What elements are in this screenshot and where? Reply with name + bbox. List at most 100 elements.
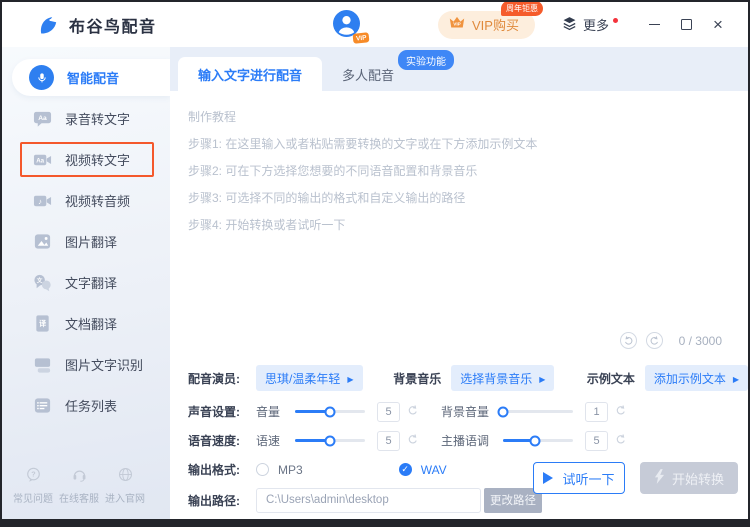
doc-translate-icon: 译 bbox=[32, 314, 52, 334]
svg-text:?: ? bbox=[31, 470, 35, 479]
sidebar-item-doc-translate[interactable]: 译 文档翻译 bbox=[2, 303, 170, 344]
placeholder-line: 步骤2: 可在下方选择您想要的不同语音配置和背景音乐 bbox=[188, 158, 730, 185]
play-icon bbox=[543, 472, 553, 484]
chevron-right-icon bbox=[539, 371, 545, 385]
chevron-right-icon bbox=[347, 371, 353, 385]
speed-label: 语速 bbox=[256, 432, 291, 449]
sidebar-item-video-to-text[interactable]: Aa 视频转文字 bbox=[2, 139, 170, 180]
headset-icon bbox=[71, 466, 88, 486]
wav-label: WAV bbox=[421, 463, 447, 477]
editor-meta: 0 / 3000 bbox=[611, 332, 722, 349]
avatar-vip-badge: VIP bbox=[352, 32, 369, 44]
vip-buy-label: VIP购买 bbox=[472, 15, 519, 34]
placeholder-line: 制作教程 bbox=[188, 104, 730, 131]
question-icon: ? bbox=[25, 466, 42, 486]
bgm-select-label: 选择背景音乐 bbox=[460, 370, 532, 387]
app-title: 布谷鸟配音 bbox=[69, 13, 157, 37]
sample-text-label: 示例文本 bbox=[587, 370, 635, 387]
faq-label: 常见问题 bbox=[13, 490, 53, 505]
sample-text-add[interactable]: 添加示例文本 bbox=[645, 365, 748, 391]
voice-actor-value: 思琪/温柔年轻 bbox=[265, 370, 340, 387]
sidebar-item-label: 智能配音 bbox=[67, 68, 119, 87]
audio-text-icon: Aa bbox=[32, 109, 52, 129]
titlebar: 布谷鸟配音 VIP VIP VIP购买 周年钜惠 更多 bbox=[2, 2, 748, 47]
maximize-button[interactable] bbox=[670, 10, 702, 40]
vip-buy-button[interactable]: VIP VIP购买 周年钜惠 bbox=[438, 11, 535, 39]
app-logo: 布谷鸟配音 bbox=[2, 13, 157, 37]
minimize-button[interactable] bbox=[638, 10, 670, 40]
sample-text-add-label: 添加示例文本 bbox=[654, 370, 726, 387]
bg-volume-slider[interactable] bbox=[503, 410, 573, 413]
online-support-button[interactable]: 在线客服 bbox=[56, 466, 102, 505]
sidebar-item-smart-dubbing[interactable]: 智能配音 bbox=[2, 57, 170, 98]
sidebar-item-image-ocr[interactable]: 图片文字识别 bbox=[2, 344, 170, 385]
lightning-icon bbox=[654, 469, 665, 487]
bgm-select[interactable]: 选择背景音乐 bbox=[451, 365, 554, 391]
task-list-icon bbox=[32, 396, 52, 416]
notification-dot bbox=[613, 18, 618, 23]
speed-reset-button[interactable] bbox=[407, 433, 419, 448]
tone-reset-button[interactable] bbox=[615, 433, 627, 448]
ocr-icon bbox=[32, 355, 52, 375]
tab-bar: 输入文字进行配音 多人配音 实验功能 bbox=[170, 47, 748, 91]
sidebar-nav: 智能配音 Aa 录音转文字 Aa 视频转文字 ♪ bbox=[2, 47, 170, 466]
volume-slider[interactable] bbox=[295, 410, 365, 413]
sidebar-item-audio-to-text[interactable]: Aa 录音转文字 bbox=[2, 98, 170, 139]
voice-actor-select[interactable]: 思琪/温柔年轻 bbox=[256, 365, 363, 391]
volume-label: 音量 bbox=[256, 403, 291, 420]
svg-text:Aa: Aa bbox=[36, 158, 44, 165]
user-avatar[interactable]: VIP bbox=[333, 10, 363, 40]
speed-value: 5 bbox=[377, 431, 400, 451]
globe-icon bbox=[117, 466, 134, 486]
window-controls: × bbox=[638, 10, 734, 40]
app-window: 布谷鸟配音 VIP VIP VIP购买 周年钜惠 更多 bbox=[0, 0, 750, 527]
preview-button[interactable]: 试听一下 bbox=[533, 462, 625, 494]
placeholder-line: 步骤4: 开始转换或者试听一下 bbox=[188, 212, 730, 239]
sidebar-item-video-to-audio[interactable]: ♪ 视频转音频 bbox=[2, 180, 170, 221]
mp3-radio[interactable] bbox=[256, 463, 269, 476]
close-button[interactable]: × bbox=[702, 10, 734, 40]
sidebar-item-task-list[interactable]: 任务列表 bbox=[2, 385, 170, 426]
tab-text-dubbing[interactable]: 输入文字进行配音 bbox=[178, 57, 322, 91]
vip-crown-icon: VIP bbox=[448, 15, 466, 35]
volume-reset-button[interactable] bbox=[407, 404, 419, 419]
output-path-input[interactable] bbox=[256, 488, 481, 513]
bg-volume-label: 背景音量 bbox=[441, 403, 499, 420]
tone-slider[interactable] bbox=[503, 439, 573, 442]
sidebar-item-label: 任务列表 bbox=[65, 396, 117, 415]
start-convert-button[interactable]: 开始转换 bbox=[640, 462, 738, 494]
more-menu-button[interactable]: 更多 bbox=[561, 15, 618, 35]
output-format-label: 输出格式: bbox=[188, 461, 256, 478]
start-convert-label: 开始转换 bbox=[672, 469, 724, 488]
undo-button[interactable] bbox=[620, 332, 637, 349]
speech-speed-label: 语音速度: bbox=[188, 432, 256, 449]
wav-radio[interactable] bbox=[399, 463, 412, 476]
bgm-label: 背景音乐 bbox=[393, 370, 441, 387]
speed-slider[interactable] bbox=[295, 439, 365, 442]
tone-value: 5 bbox=[585, 431, 608, 451]
chevron-right-icon bbox=[733, 371, 739, 385]
sound-settings-row: 声音设置: 音量 5 背景音量 1 bbox=[170, 399, 748, 424]
sidebar-item-text-translate[interactable]: 文 文字翻译 bbox=[2, 262, 170, 303]
bg-volume-reset-button[interactable] bbox=[615, 404, 627, 419]
sidebar-item-label: 文档翻译 bbox=[65, 314, 117, 333]
layers-icon bbox=[561, 15, 578, 35]
sidebar-item-label: 视频转音频 bbox=[65, 191, 130, 210]
bg-volume-value: 1 bbox=[585, 402, 608, 422]
sidebar-item-label: 录音转文字 bbox=[65, 109, 130, 128]
voice-actor-label: 配音演员: bbox=[188, 370, 256, 387]
titlebar-actions: VIP VIP购买 周年钜惠 更多 × bbox=[438, 10, 748, 40]
text-input-area[interactable]: 制作教程 步骤1: 在这里输入或者粘贴需要转换的文字或在下方添加示例文本 步骤2… bbox=[170, 91, 748, 359]
mic-icon bbox=[29, 65, 54, 90]
tone-label: 主播语调 bbox=[441, 432, 499, 449]
svg-text:VIP: VIP bbox=[453, 21, 461, 26]
faq-button[interactable]: ? 常见问题 bbox=[10, 466, 56, 505]
official-site-button[interactable]: 进入官网 bbox=[102, 466, 148, 505]
sound-settings-label: 声音设置: bbox=[188, 403, 256, 420]
redo-button[interactable] bbox=[646, 332, 663, 349]
sidebar-item-image-translate[interactable]: 图片翻译 bbox=[2, 221, 170, 262]
voice-actor-row: 配音演员: 思琪/温柔年轻 背景音乐 选择背景音乐 示例文本 添加示例文本 bbox=[170, 365, 748, 391]
svg-text:Aa: Aa bbox=[38, 115, 47, 122]
svg-text:译: 译 bbox=[38, 319, 46, 328]
speech-speed-row: 语音速度: 语速 5 主播语调 5 bbox=[170, 428, 748, 453]
